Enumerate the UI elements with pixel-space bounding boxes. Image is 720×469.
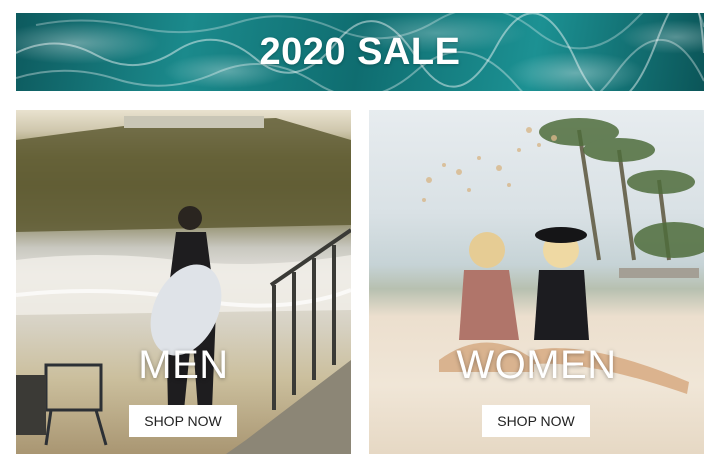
shop-now-women-button[interactable]: SHOP NOW	[482, 405, 590, 437]
category-title-women: WOMEN	[456, 343, 617, 387]
banner-title: 2020 SALE	[259, 30, 461, 73]
shop-now-men-button[interactable]: SHOP NOW	[129, 405, 237, 437]
category-card-men[interactable]: MEN SHOP NOW	[16, 110, 351, 454]
category-title-men: MEN	[138, 343, 229, 387]
sale-banner[interactable]: 2020 SALE	[16, 13, 704, 91]
men-photo	[16, 116, 351, 454]
category-card-women[interactable]: WOMEN SHOP NOW	[369, 110, 704, 454]
women-photo	[422, 118, 704, 394]
